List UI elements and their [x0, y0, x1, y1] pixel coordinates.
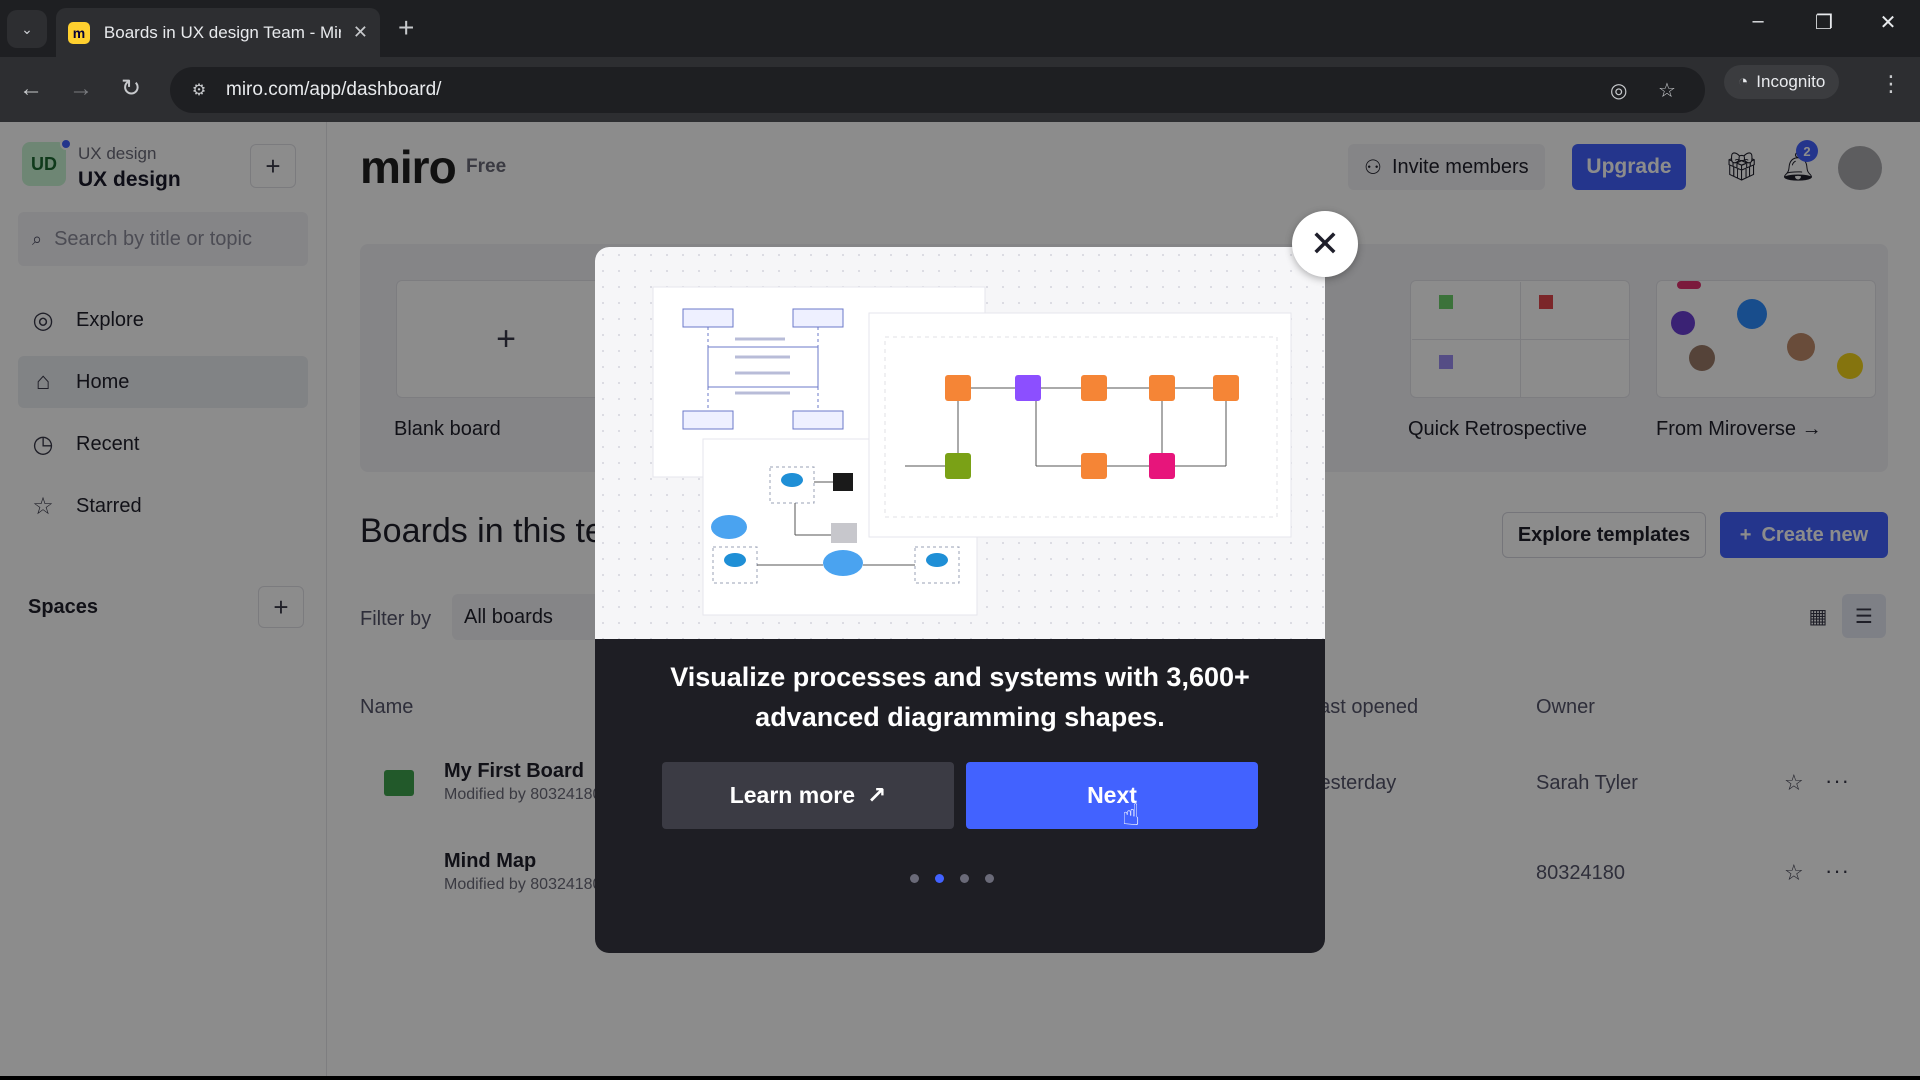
external-link-icon: ↗	[866, 782, 887, 808]
bookmark-star-icon[interactable]: ☆	[1658, 78, 1676, 103]
address-bar[interactable]: ⚙ miro.com/app/dashboard/ ◎ ☆	[170, 67, 1705, 113]
eye-off-icon[interactable]: ◎	[1610, 78, 1627, 103]
pagination-dot[interactable]	[985, 874, 994, 883]
incognito-icon: ◔	[1738, 72, 1749, 91]
onboarding-modal: Visualize processes and systems with 3,6…	[595, 247, 1325, 953]
pagination-dot-active[interactable]	[935, 874, 944, 883]
modal-description: Visualize processes and systems with 3,6…	[670, 662, 1250, 732]
learn-more-button[interactable]: Learn more ↗	[662, 762, 954, 829]
next-button[interactable]: Next	[966, 762, 1258, 829]
bottom-edge	[0, 1076, 1920, 1080]
miro-favicon-icon: m	[68, 21, 90, 44]
browser-menu-icon[interactable]: ⋮	[1880, 71, 1902, 97]
close-window-icon[interactable]: ✕	[1868, 10, 1908, 35]
tab-title: Boards in UX design Team - Miro	[103, 22, 341, 42]
pagination-dot[interactable]	[960, 874, 969, 883]
back-icon[interactable]: ←	[16, 75, 46, 103]
browser-tab[interactable]: m Boards in UX design Team - Miro ✕	[56, 8, 380, 57]
minimize-icon[interactable]: –	[1738, 10, 1778, 33]
close-tab-icon[interactable]: ✕	[353, 22, 368, 43]
new-tab-button[interactable]: +	[398, 12, 414, 44]
diagram-shapes-svg	[652, 286, 1292, 616]
tab-search-button[interactable]: ⌄	[7, 10, 47, 48]
url-text: miro.com/app/dashboard/	[226, 79, 442, 100]
browser-toolbar: ← → ↻ ⚙ miro.com/app/dashboard/ ◎ ☆ ◔ In…	[0, 57, 1920, 122]
forward-icon[interactable]: →	[66, 75, 96, 103]
incognito-indicator[interactable]: ◔ Incognito	[1724, 65, 1840, 99]
restore-icon[interactable]: ❐	[1804, 10, 1844, 35]
site-info-icon[interactable]: ⚙	[186, 77, 212, 103]
reload-icon[interactable]: ↻	[116, 75, 146, 103]
learn-more-label: Learn more	[729, 782, 855, 808]
pagination-dots	[910, 874, 994, 883]
diagram-illustration	[595, 247, 1325, 639]
browser-tab-strip: ⌄ m Boards in UX design Team - Miro ✕ + …	[0, 0, 1920, 57]
pagination-dot[interactable]	[910, 874, 919, 883]
pointer-cursor-icon: ☝︎	[1122, 799, 1141, 832]
incognito-label: Incognito	[1756, 72, 1826, 91]
close-modal-icon[interactable]: ✕	[1292, 211, 1358, 277]
